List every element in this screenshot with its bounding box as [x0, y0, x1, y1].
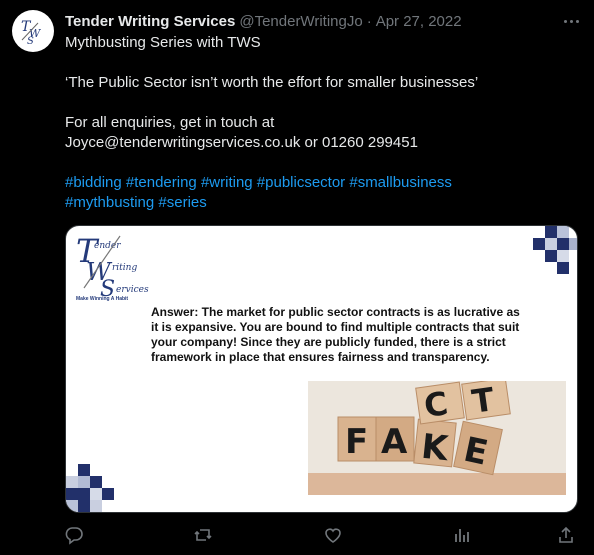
- heart-icon[interactable]: [323, 525, 343, 545]
- tweet-line: ‘The Public Sector isn’t worth the effor…: [65, 74, 479, 91]
- tweet-line: For all enquiries, get in touch at: [65, 114, 275, 131]
- retweet-icon[interactable]: [193, 525, 213, 545]
- author-name[interactable]: Tender Writing Services: [65, 13, 235, 30]
- tws-logo: T ender W riting S ervices: [76, 232, 149, 302]
- tweet-header: Tender Writing Services @TenderWritingJo…: [65, 11, 462, 31]
- reply-icon[interactable]: [64, 525, 84, 545]
- share-icon[interactable]: [556, 525, 576, 545]
- checker-cubes-decoration: [66, 464, 114, 512]
- svg-text:A: A: [381, 422, 408, 462]
- answer-text: Answer: The market for public sector con…: [151, 305, 520, 364]
- tweet-line: Mythbusting Series with TWS: [65, 34, 261, 51]
- tweet-image[interactable]: T ender W riting S ervices Make Winning …: [65, 225, 578, 513]
- checker-cubes-decoration: [533, 226, 577, 274]
- author-handle[interactable]: @TenderWritingJo: [239, 13, 362, 30]
- hashtags-line[interactable]: #mythbusting #series: [65, 193, 580, 213]
- fake-fact-blocks-image: F A K E C T: [308, 381, 566, 495]
- svg-text:S: S: [27, 36, 34, 47]
- tweet-actions: [0, 525, 594, 549]
- separator-dot: ·: [366, 12, 372, 30]
- tws-logo-icon: T W S: [21, 19, 42, 47]
- svg-text:riting: riting: [112, 263, 137, 273]
- more-icon[interactable]: [560, 10, 582, 32]
- analytics-icon[interactable]: [452, 525, 472, 545]
- svg-text:ender: ender: [94, 241, 121, 251]
- svg-text:ervices: ervices: [116, 285, 149, 295]
- tweet-line: Joyce@tenderwritingservices.co.uk or 012…: [65, 134, 418, 151]
- svg-text:F: F: [345, 422, 368, 462]
- author-avatar[interactable]: T W S: [12, 10, 54, 52]
- hashtags-line[interactable]: #bidding #tendering #writing #publicsect…: [65, 173, 580, 193]
- tweet-body: Mythbusting Series with TWS ‘The Public …: [65, 33, 580, 213]
- tweet-date[interactable]: Apr 27, 2022: [376, 13, 462, 30]
- logo-tagline: Make Winning A Habit: [76, 296, 129, 302]
